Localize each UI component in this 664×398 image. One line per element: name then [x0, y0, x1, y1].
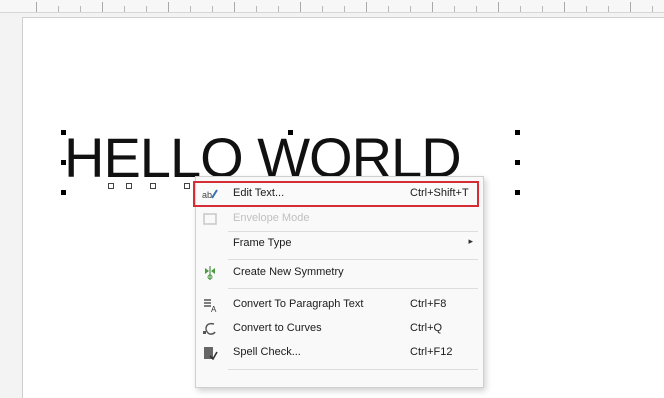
spell-check-icon — [204, 347, 218, 361]
submenu-arrow-icon: ▸ — [468, 236, 473, 246]
menu-item-convert-to-paragraph-text[interactable]: A Convert To Paragraph Text Ctrl+F8 — [196, 293, 483, 317]
menu-item-label: Convert To Paragraph Text — [233, 298, 364, 310]
menu-item-shortcut: Ctrl+Q — [410, 322, 443, 334]
selection-handle-bottom-left[interactable] — [61, 190, 66, 195]
svg-text:ab: ab — [202, 190, 212, 200]
menu-separator — [228, 369, 478, 370]
character-node[interactable] — [150, 183, 156, 189]
selection-handle-middle-left[interactable] — [61, 160, 66, 165]
selection-handle-top-middle[interactable] — [288, 130, 293, 135]
menu-item-label: Frame Type — [233, 237, 292, 249]
selection-handle-bottom-right[interactable] — [515, 190, 520, 195]
menu-item-label: Create New Symmetry — [233, 266, 344, 278]
menu-item-frame-type[interactable]: Frame Type ▸ — [196, 232, 483, 256]
menu-item-label: Edit Text... — [233, 187, 285, 199]
menu-separator — [228, 259, 478, 260]
menu-item-convert-to-curves[interactable]: Convert to Curves Ctrl+Q — [196, 317, 483, 341]
character-node[interactable] — [126, 183, 132, 189]
selection-handle-middle-right[interactable] — [515, 160, 520, 165]
svg-text:A: A — [211, 305, 217, 313]
selection-handle-top-left[interactable] — [61, 130, 66, 135]
menu-item-create-new-symmetry[interactable]: Create New Symmetry — [196, 261, 483, 285]
paragraph-text-icon: A — [204, 299, 217, 313]
menu-item-envelope-mode: Envelope Mode — [196, 207, 483, 231]
menu-item-label: Convert to Curves — [233, 322, 322, 334]
curves-icon — [203, 322, 216, 335]
context-menu: ab Edit Text... Ctrl+Shift+T Envelope Mo… — [193, 176, 484, 388]
menu-item-label: Envelope Mode — [233, 212, 310, 224]
envelope-icon — [203, 213, 217, 225]
menu-item-label: Spell Check... — [233, 346, 301, 358]
character-node[interactable] — [184, 183, 190, 189]
symmetry-icon — [205, 266, 215, 280]
menu-item-shortcut: Ctrl+F8 — [410, 298, 447, 310]
menu-item-shortcut: Ctrl+F12 — [410, 346, 453, 358]
horizontal-ruler — [0, 0, 664, 13]
menu-item-shortcut: Ctrl+Shift+T — [410, 187, 469, 199]
menu-separator — [228, 288, 478, 289]
selection-handle-top-right[interactable] — [515, 130, 520, 135]
menu-item-spell-check[interactable]: Spell Check... Ctrl+F12 — [196, 341, 483, 365]
character-node[interactable] — [108, 183, 114, 189]
edit-text-icon: ab — [202, 189, 218, 200]
menu-item-edit-text[interactable]: ab Edit Text... Ctrl+Shift+T — [196, 182, 483, 206]
